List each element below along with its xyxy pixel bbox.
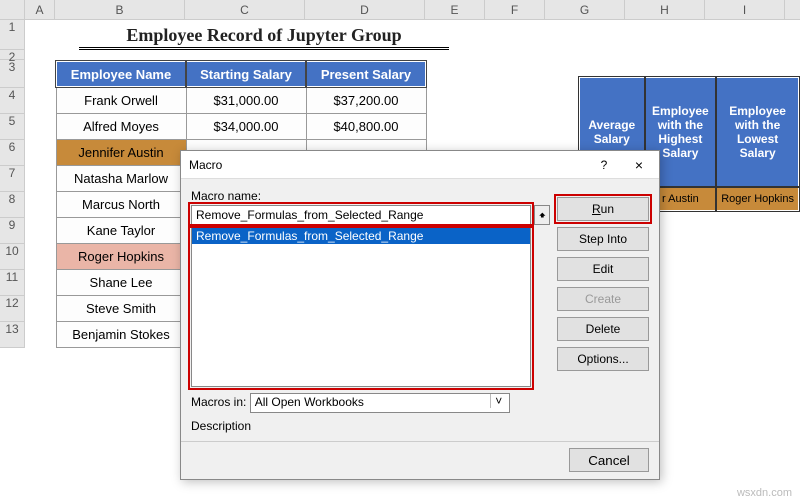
macro-name-stepper[interactable]: 🠹 [534,205,550,225]
cell-start[interactable]: $31,000.00 [186,87,306,113]
cell-name[interactable]: Jennifer Austin [56,139,186,165]
row-headers: 1 2 3 4 5 6 7 8 9 10 11 12 13 [0,20,25,348]
step-into-button[interactable]: Step Into [557,227,649,251]
cell-name[interactable]: Roger Hopkins [56,243,186,269]
th-present[interactable]: Present Salary [306,61,426,87]
dialog-buttons: Run Step Into Edit Create Delete Options… [557,197,649,377]
col-A[interactable]: A [25,0,55,19]
macro-list-item[interactable]: Remove_Formulas_from_Selected_Range [192,228,530,244]
cell-name[interactable]: Natasha Marlow [56,165,186,191]
cell-present[interactable]: $40,800.00 [306,113,426,139]
th-low[interactable]: Employee with the Lowest Salary [716,77,799,187]
col-G[interactable]: G [545,0,625,19]
select-all-corner[interactable] [0,0,25,19]
row-8[interactable]: 8 [0,192,24,218]
dialog-titlebar[interactable]: Macro ? × [181,151,659,179]
col-D[interactable]: D [305,0,425,19]
col-C[interactable]: C [185,0,305,19]
col-H[interactable]: H [625,0,705,19]
col-B[interactable]: B [55,0,185,19]
row-4[interactable]: 4 [0,88,24,114]
row-11[interactable]: 11 [0,270,24,296]
cell-name[interactable]: Alfred Moyes [56,113,186,139]
dialog-title: Macro [189,158,222,172]
cell-name[interactable]: Benjamin Stokes [56,321,186,347]
row-13[interactable]: 13 [0,322,24,348]
table-row[interactable]: Alfred Moyes$34,000.00$40,800.00 [56,113,426,139]
cell-name[interactable]: Kane Taylor [56,217,186,243]
td-low[interactable]: Roger Hopkins [716,187,799,211]
macro-dialog: Macro ? × Macro name: 🠹 Remove_Formulas_… [180,150,660,480]
macro-list[interactable]: Remove_Formulas_from_Selected_Range [191,227,531,387]
edit-button[interactable]: Edit [557,257,649,281]
cell-name[interactable]: Marcus North [56,191,186,217]
col-F[interactable]: F [485,0,545,19]
cancel-button[interactable]: Cancel [569,448,649,472]
description-label: Description [191,419,649,433]
cell-start[interactable]: $34,000.00 [186,113,306,139]
options-button[interactable]: Options... [557,347,649,371]
column-headers: A B C D E F G H I [0,0,800,20]
help-button[interactable]: ? [589,151,619,179]
cell-name[interactable]: Steve Smith [56,295,186,321]
macros-in-label: Macros in: [191,395,246,409]
row-3[interactable]: 3 [0,60,24,88]
cell-present[interactable]: $37,200.00 [306,87,426,113]
table-row[interactable]: Frank Orwell$31,000.00$37,200.00 [56,87,426,113]
row-9[interactable]: 9 [0,218,24,244]
close-icon[interactable]: × [619,151,659,179]
cell-name[interactable]: Shane Lee [56,269,186,295]
row-5[interactable]: 5 [0,114,24,140]
row-12[interactable]: 12 [0,296,24,322]
th-start[interactable]: Starting Salary [186,61,306,87]
row-7[interactable]: 7 [0,166,24,192]
row-10[interactable]: 10 [0,244,24,270]
run-button[interactable]: Run [557,197,649,221]
macros-in-combo[interactable]: All Open Workbooks [250,393,510,413]
th-name[interactable]: Employee Name [56,61,186,87]
row-6[interactable]: 6 [0,140,24,166]
col-E[interactable]: E [425,0,485,19]
row-1[interactable]: 1 [0,20,24,50]
create-button: Create [557,287,649,311]
delete-button[interactable]: Delete [557,317,649,341]
row-2[interactable]: 2 [0,50,24,60]
watermark: wsxdn.com [737,487,792,499]
macro-name-input[interactable] [191,205,531,225]
col-I[interactable]: I [705,0,785,19]
page-title: Employee Record of Jupyter Group [79,20,449,50]
cell-name[interactable]: Frank Orwell [56,87,186,113]
